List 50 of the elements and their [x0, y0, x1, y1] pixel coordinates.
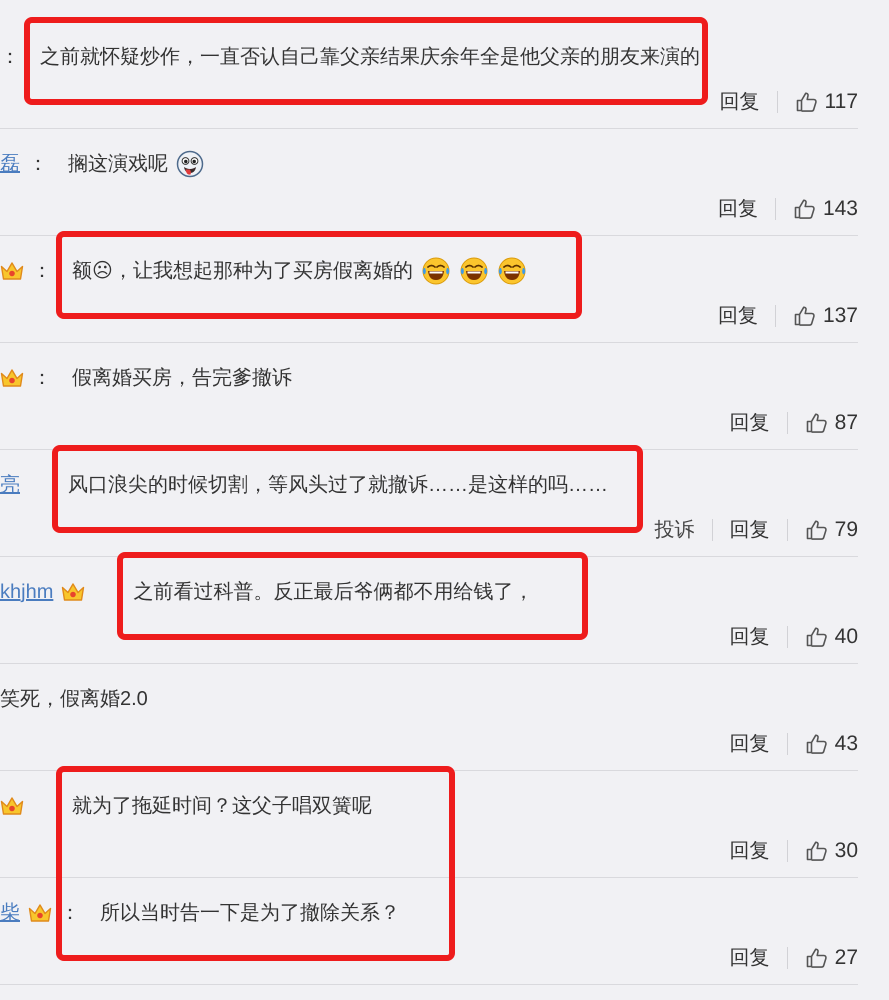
like-button[interactable]: 30 — [804, 838, 858, 864]
comment-text: 搁这演戏呢 — [68, 152, 168, 176]
comment-text: 就为了拖延时间？这父子唱双簧呢 — [72, 794, 372, 818]
thumbs-up-icon — [792, 304, 817, 328]
like-button[interactable]: 137 — [792, 303, 858, 329]
reply-link[interactable]: 回复 — [718, 303, 758, 329]
thumbs-up-icon — [804, 625, 829, 649]
thumbs-up-icon — [794, 90, 819, 114]
like-button[interactable]: 79 — [804, 517, 858, 543]
colon-text: ： — [0, 44, 20, 70]
like-button[interactable]: 43 — [804, 731, 858, 757]
report-link[interactable]: 投诉 — [654, 517, 695, 543]
reply-link[interactable]: 回复 — [730, 624, 770, 650]
thumbs-up-icon — [792, 197, 817, 221]
comment-text: 之前看过科普。反正最后爷俩都不用给钱了， — [133, 580, 534, 604]
colon-text: ： — [32, 258, 52, 284]
reply-link[interactable]: 回复 — [730, 517, 770, 543]
reply-link[interactable]: 回复 — [730, 838, 770, 864]
comment-text: 风口浪尖的时候切割，等风头过了就撤诉……是这样的吗…… — [68, 472, 608, 498]
tongue-out-emoji-icon — [176, 150, 204, 178]
comment-text: 假离婚买房，告完爹撤诉 — [72, 366, 292, 390]
colon-text: ： — [28, 152, 48, 176]
laughing-tears-emoji-icon — [459, 256, 489, 286]
like-button[interactable]: 143 — [792, 196, 858, 222]
like-button[interactable]: 87 — [804, 410, 858, 436]
comment-text: 之前就怀疑炒作，一直否认自己靠父亲结果庆余年全是他父亲的朋友来演的 — [40, 44, 700, 70]
thumbs-up-icon — [804, 411, 829, 435]
comment-text: 额☹，让我想起那种为了买房假离婚的 — [72, 258, 413, 284]
comment-text: 笑死，假离婚2.0 — [0, 686, 148, 712]
username-link[interactable]: 柴 — [0, 900, 20, 926]
like-button[interactable]: 117 — [794, 89, 858, 115]
reply-link[interactable]: 回复 — [718, 196, 758, 222]
username-link[interactable]: 磊 — [0, 152, 20, 176]
username-link[interactable]: 亮 — [0, 472, 20, 498]
like-button[interactable]: 40 — [804, 624, 858, 650]
colon-text: ： — [60, 900, 80, 926]
reply-link[interactable]: 回复 — [730, 410, 770, 436]
reply-link[interactable]: 回复 — [720, 89, 760, 115]
thumbs-up-icon — [804, 839, 829, 863]
thumbs-up-icon — [804, 732, 829, 756]
colon-text: ： — [32, 366, 52, 390]
reply-link[interactable]: 回复 — [730, 945, 770, 971]
laughing-tears-emoji-icon — [497, 256, 527, 286]
like-button[interactable]: 27 — [804, 945, 858, 971]
username-link[interactable]: khjhm — [0, 580, 54, 604]
comment-text: 所以当时告一下是为了撤除关系？ — [100, 900, 400, 926]
thumbs-up-icon — [804, 518, 829, 542]
reply-link[interactable]: 回复 — [730, 731, 770, 757]
thumbs-up-icon — [804, 946, 829, 970]
laughing-tears-emoji-icon — [421, 256, 451, 286]
